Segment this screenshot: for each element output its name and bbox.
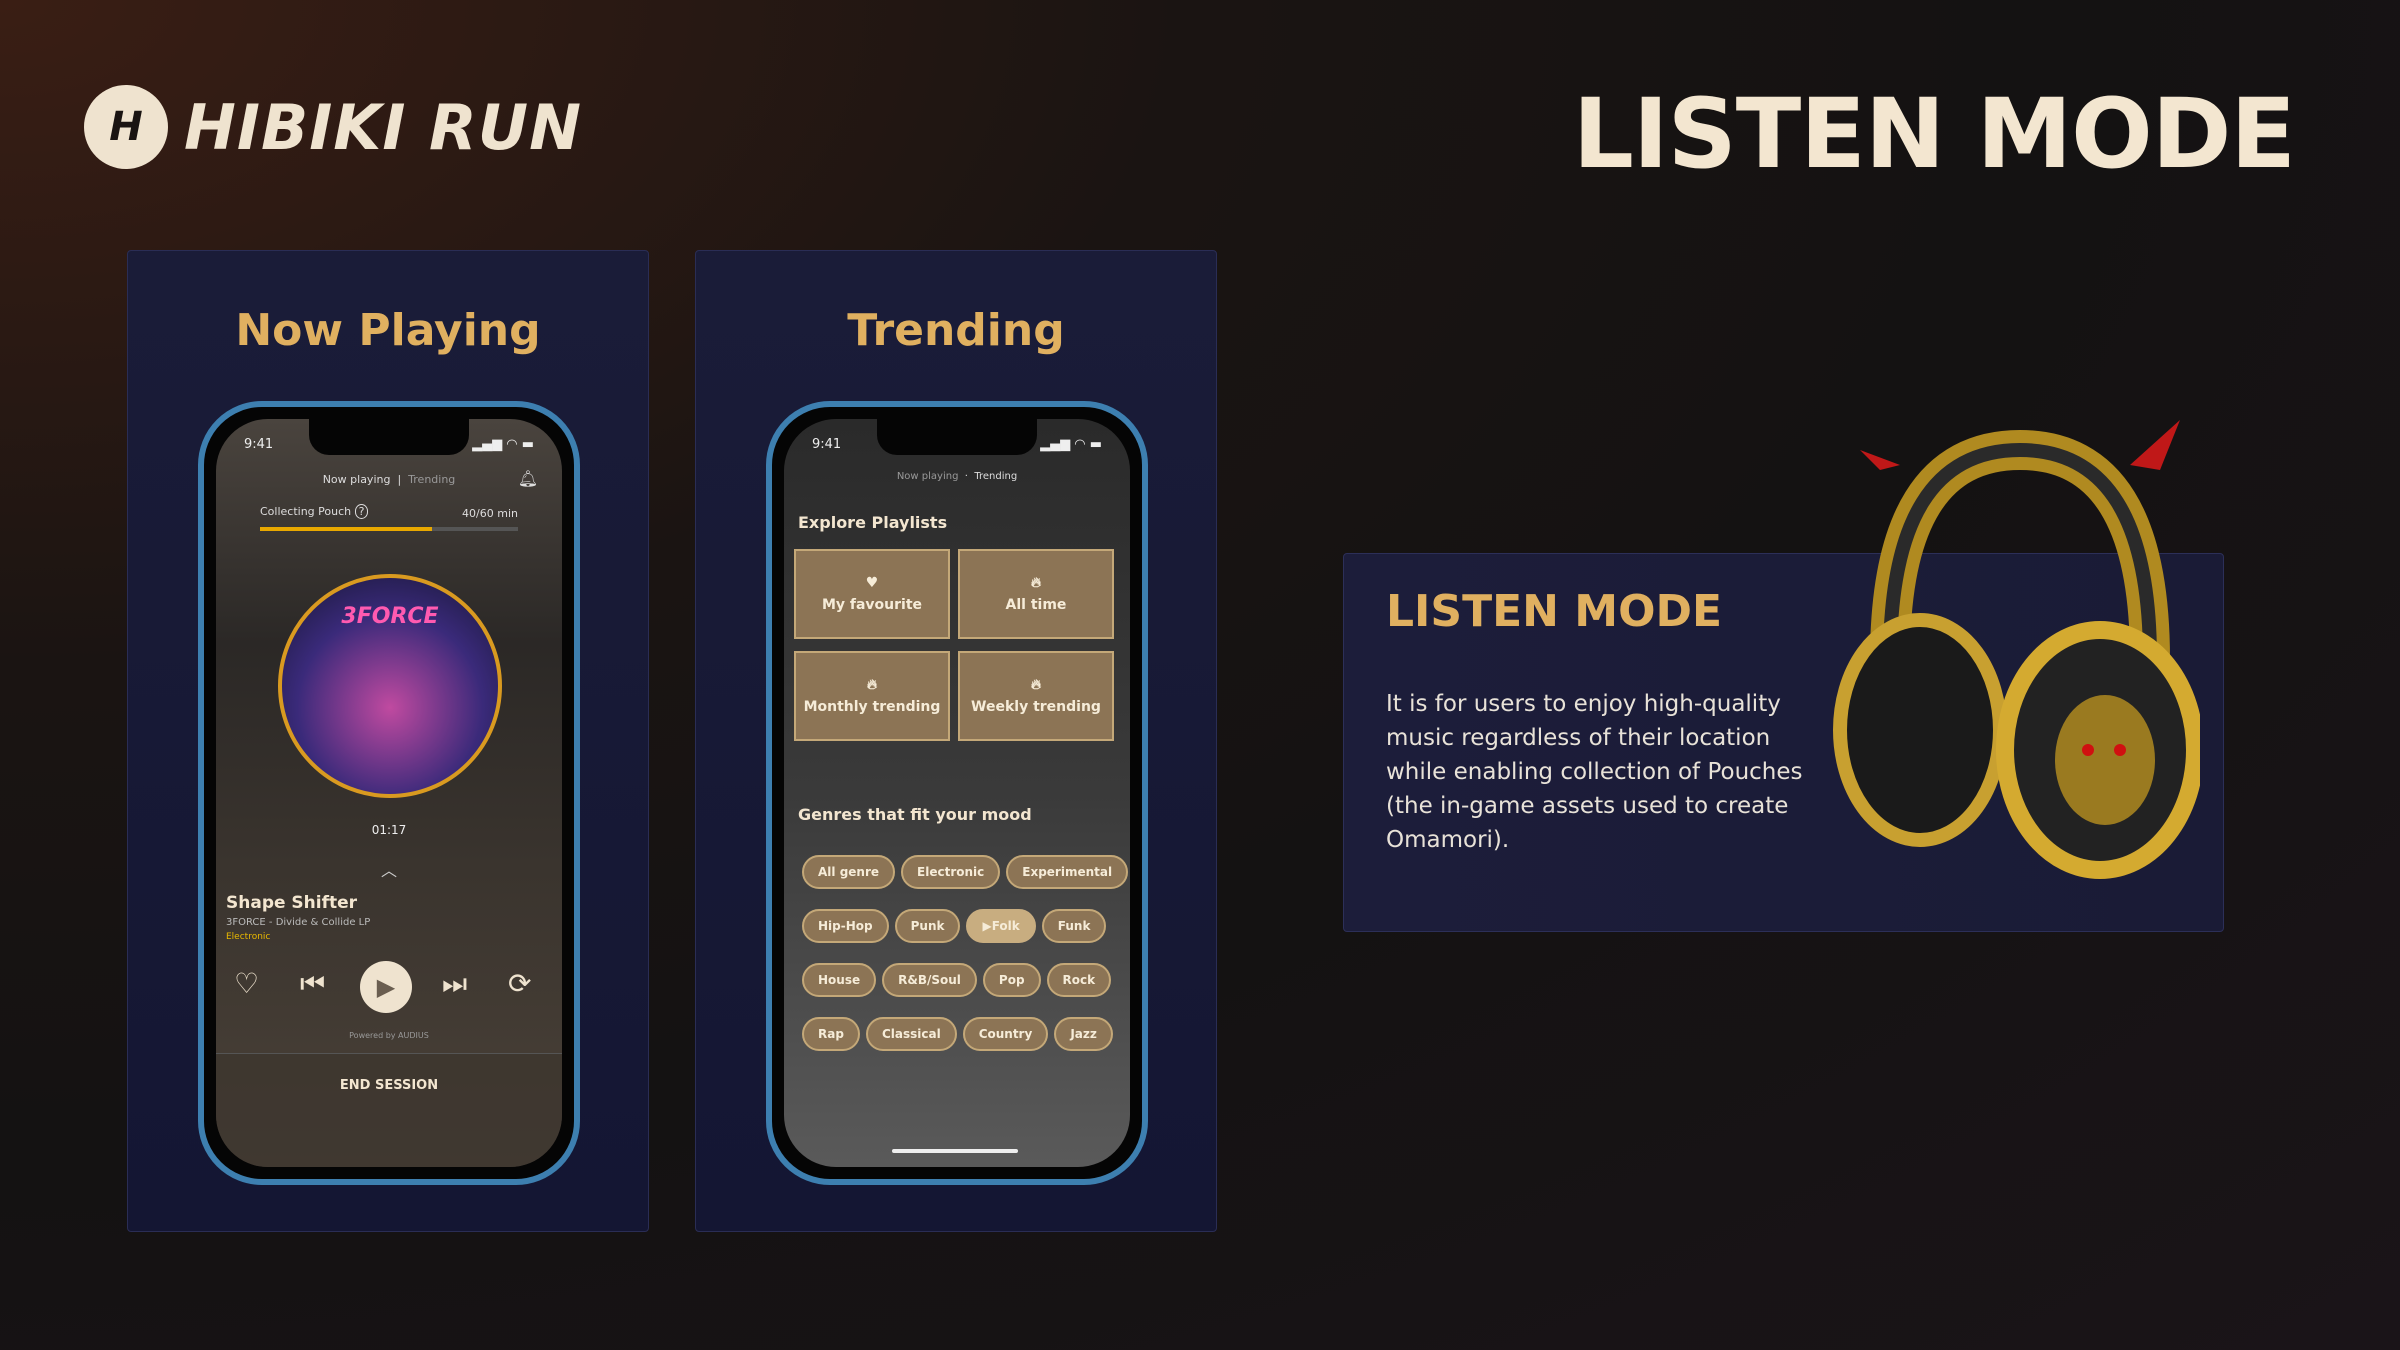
genre-chip[interactable]: Rock — [1046, 963, 1112, 997]
track-title: Shape Shifter — [226, 893, 358, 913]
genre-row: Rap Classical Country Jazz — [802, 1017, 1119, 1051]
previous-icon[interactable]: ⏮︎ — [300, 967, 325, 1001]
card-body: It is for users to enjoy high-quality mu… — [1386, 691, 1803, 853]
end-session-button[interactable]: END SESSION — [216, 1053, 562, 1167]
genre-chip[interactable]: Classical — [865, 1017, 957, 1051]
pouch-progress-bar — [260, 527, 518, 531]
genre-chip[interactable]: Pop — [982, 963, 1041, 997]
genre-chip[interactable]: ▶Folk — [966, 909, 1036, 943]
bell-icon[interactable]: 🔔︎ — [518, 469, 538, 488]
playlist-weekly-trending[interactable]: 🔥︎ Weekly trending — [958, 651, 1114, 741]
album-art: 3FORCE — [278, 574, 502, 798]
page-title: LISTEN MODE — [1572, 78, 2296, 190]
panel-title: Trending — [847, 305, 1065, 356]
tab-now-playing[interactable]: Now playing — [323, 473, 391, 486]
tab-trending[interactable]: Trending — [408, 473, 455, 486]
elapsed-time: 01:17 — [371, 823, 407, 837]
genre-chip[interactable]: Punk — [894, 909, 961, 943]
track-artist: 3FORCE - Divide & Collide LP — [226, 917, 371, 928]
logo-wordmark: HIBIKI RUN — [184, 90, 582, 164]
brand-logo: H HIBIKI RUN — [84, 85, 582, 169]
chevron-up-icon[interactable]: ︿ — [216, 857, 562, 881]
genre-chip[interactable]: Country — [962, 1017, 1049, 1051]
trending-panel: Trending 9:41 ▂▄▆ ◠ ▬ Now playing · Trend… — [695, 250, 1217, 1232]
genre-chip[interactable]: Jazz — [1054, 1017, 1113, 1051]
genre-chip[interactable]: R&B/Soul — [882, 963, 977, 997]
powered-by: Powered by AUDIUS — [349, 1031, 429, 1040]
home-indicator — [892, 1149, 1018, 1153]
logo-mark: H — [84, 85, 168, 169]
heart-icon: ♥ — [865, 575, 879, 591]
flame-icon: 🔥︎ — [866, 677, 878, 693]
flame-icon: 🔥︎ — [1030, 677, 1042, 693]
repeat-icon[interactable]: ⟳ — [508, 967, 531, 1000]
tab-trending[interactable]: Trending — [974, 471, 1017, 482]
genre-chip[interactable]: Experimental — [1006, 855, 1129, 889]
genre-row: Hip-Hop Punk ▶Folk Funk — [802, 909, 1112, 943]
genre-chip[interactable]: Funk — [1041, 909, 1107, 943]
pouch-progress-fill — [260, 527, 433, 531]
flame-icon: 🔥︎ — [1030, 575, 1042, 591]
status-icons: ▂▄▆ ◠ ▬ — [472, 437, 534, 452]
next-icon[interactable]: ⏭︎ — [442, 967, 467, 1001]
phone-now-playing: 9:41 ▂▄▆ ◠ ▬ Now playing | Trending 🔔︎ Co… — [198, 401, 580, 1185]
track-genre: Electronic — [226, 932, 271, 942]
help-icon[interactable]: ? — [354, 504, 369, 519]
play-button[interactable]: ▶ — [360, 961, 412, 1013]
genres-heading: Genres that fit your mood — [798, 805, 1032, 824]
phone-trending: 9:41 ▂▄▆ ◠ ▬ Now playing · Trending Explo… — [766, 401, 1148, 1185]
now-playing-panel: Now Playing 9:41 ▂▄▆ ◠ ▬ Now playing | Tr… — [127, 250, 649, 1232]
status-time: 9:41 — [244, 437, 274, 452]
pouch-label: Collecting Pouch ? — [260, 504, 369, 519]
genre-row: House R&B/Soul Pop Rock — [802, 963, 1117, 997]
tab-now-playing[interactable]: Now playing — [897, 471, 959, 482]
headphones-illustration — [1833, 420, 2200, 879]
genre-chip[interactable]: Hip-Hop — [802, 909, 889, 943]
genre-chip[interactable]: All genre — [802, 855, 896, 889]
pouch-value: 40/60 min — [462, 507, 518, 520]
playlist-my-favourite[interactable]: ♥ My favourite — [794, 549, 950, 639]
status-icons: ▂▄▆ ◠ ▬ — [1040, 437, 1102, 452]
playlist-all-time[interactable]: 🔥︎ All time — [958, 549, 1114, 639]
explore-heading: Explore Playlists — [798, 513, 948, 532]
genre-chip[interactable]: House — [802, 963, 877, 997]
status-time: 9:41 — [812, 437, 842, 452]
genre-chip[interactable]: Electronic — [901, 855, 1001, 889]
genre-row: All genre Electronic Experimental — [802, 855, 1130, 889]
playlist-monthly-trending[interactable]: 🔥︎ Monthly trending — [794, 651, 950, 741]
card-title: LISTEN MODE — [1386, 586, 1723, 637]
heart-icon[interactable]: ♡ — [234, 967, 259, 1000]
genre-chip[interactable]: Rap — [802, 1017, 860, 1051]
panel-title: Now Playing — [235, 305, 541, 356]
